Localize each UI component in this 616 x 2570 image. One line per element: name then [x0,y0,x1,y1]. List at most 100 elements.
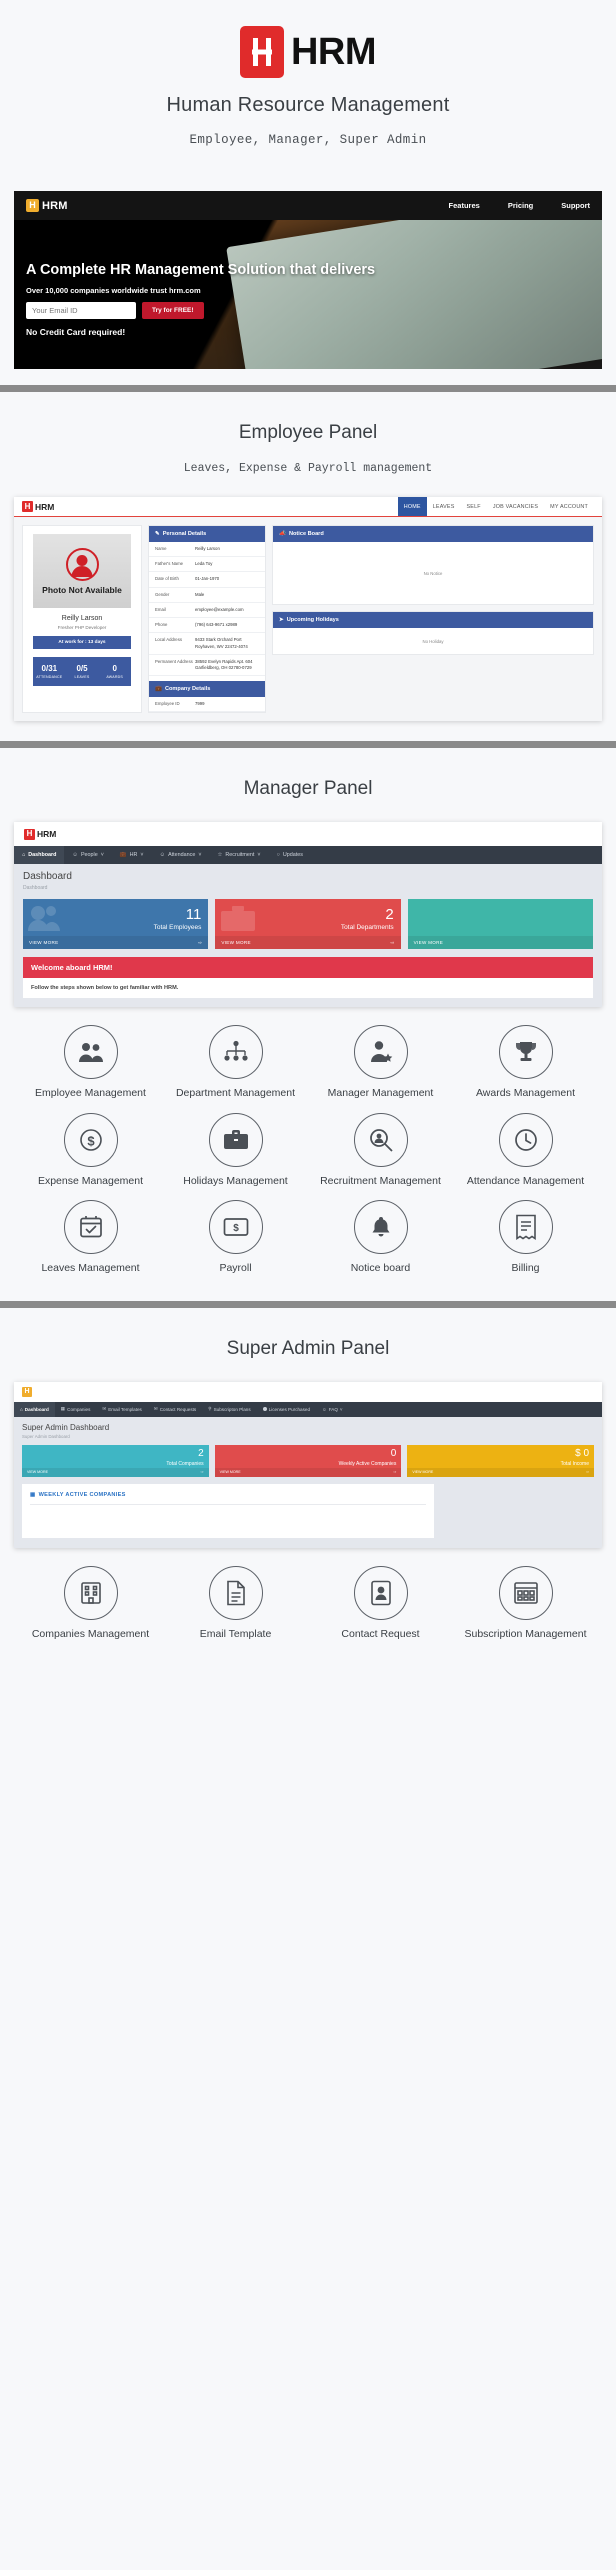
manager-star-icon [353,1025,408,1080]
nav-contact-requests[interactable]: ✉ Contact Requests [148,1402,202,1417]
detail-key: Phone [155,622,168,628]
detail-row: Local Address 9433 Stark Orchard Port Roy… [149,633,265,655]
nav-hr[interactable]: 💼 HR ˅ [112,846,152,864]
megaphone-icon: 📣 [279,531,286,537]
employee-dashboard-body: Photo Not Available Reilly Larson Freshe… [14,517,602,722]
landing-page-screenshot: H HRM Features Pricing Support A Complet… [14,191,602,369]
section-divider [0,741,616,749]
notice-board-widget: 📣 Notice Board No Notice [272,525,594,605]
bell-icon [353,1199,408,1254]
upcoming-holidays-widget: ➤ Upcoming Holidays No Holiday [272,611,594,655]
company-details-title: Company Details [164,686,211,693]
feature-contact-request[interactable]: Contact Request [308,1565,453,1641]
try-free-button[interactable]: Try for FREE! [142,302,204,320]
nav-link-pricing[interactable]: Pricing [508,201,533,210]
email-input[interactable] [26,302,136,320]
stat-value: 2 [198,1447,204,1459]
nav-attendance[interactable]: ☺ Attendance ˅ [152,846,210,864]
view-more-button[interactable]: VIEW MORE ⇨ [22,1467,209,1477]
at-work-badge: At work for : 13 days [33,636,131,649]
grid-icon: ▦ [30,1491,36,1498]
receipt-icon [498,1199,553,1254]
detail-row: Father's Name Leda Toy [149,557,265,573]
stat-awards-label: AWARDS [106,675,124,679]
superadmin-dashboard-body: Super Admin Dashboard Super Admin Dashbo… [14,1416,602,1548]
stat-card-total-employees[interactable]: 11 Total Employees VIEW MORE ⇨ [23,899,209,950]
feature-recruitment-management[interactable]: Recruitment Management [308,1112,453,1188]
feature-row: $ Expense Management Holidays Management… [18,1112,598,1188]
stat-attendance-value: 0/31 [41,664,58,673]
feature-companies-management[interactable]: Companies Management [18,1565,163,1641]
feature-department-management[interactable]: Department Management [163,1025,308,1100]
nav-dashboard[interactable]: ⌂ Dashboard [14,1401,55,1417]
personal-details-header: ✎ Personal Details [149,526,265,542]
manager-nav: ⌂ Dashboard ☺ People ˅ 💼 HR ˅ ☺ Attendance ˅ ☆ R… [14,846,602,865]
brand-header: HRM Human Resource Management Employee, … [0,0,616,167]
stat-awards-value: 0 [112,664,117,673]
stat-card-total-companies[interactable]: 2 Total Companies VIEW MORE ⇨ [22,1444,209,1477]
nav-faq[interactable]: ☺ FAQ ˅ [316,1402,349,1417]
view-more-button[interactable]: VIEW MORE ⇨ [23,936,209,950]
detail-key: Email [155,606,166,612]
nav-my-account[interactable]: MY ACCOUNT [544,497,594,516]
stat-card-total-departments[interactable]: 2 Total Departments VIEW MORE ⇨ [215,899,401,950]
nav-dashboard[interactable]: ⌂ Dashboard [14,846,65,865]
nav-companies[interactable]: ▦ Companies [55,1402,97,1417]
upcoming-holidays-title: Upcoming Holidays [286,617,339,623]
no-credit-card-note: No Credit Card required! [26,327,126,338]
detail-key: Father's Name [155,561,184,567]
briefcase-icon: 💼 [155,686,162,693]
feature-attendance-management[interactable]: Attendance Management [453,1112,598,1188]
arrow-right-icon: ⇨ [198,939,203,945]
feature-employee-management[interactable]: Employee Management [18,1025,163,1100]
feature-email-template[interactable]: Email Template [163,1565,308,1641]
detail-row: Email employee@example.com [149,603,265,619]
feature-billing[interactable]: Billing [453,1199,598,1275]
nav-email-templates[interactable]: ✉ Email Templates [96,1402,147,1417]
nav-licenses-purchased[interactable]: Licenses Purchased [257,1402,316,1417]
feature-label: Manager Management [327,1087,434,1100]
nav-updates[interactable]: ○ Updates [269,846,311,864]
landing-navbar: H HRM Features Pricing Support [14,191,602,220]
building-icon [63,1565,118,1620]
view-more-button[interactable]: VIEW MORE ⇨ [214,1467,402,1477]
feature-notice-board[interactable]: Notice board [308,1199,453,1275]
nav-job-vacancies[interactable]: JOB VACANCIES [487,497,544,516]
feature-expense-management[interactable]: $ Expense Management [18,1112,163,1188]
nav-link-features[interactable]: Features [449,201,480,210]
svg-text:$: $ [87,1133,95,1148]
nav-home[interactable]: HOME [397,497,427,516]
detail-value: employee@example.com [195,606,244,612]
hrm-logo-icon: H [26,199,39,212]
detail-key: Name [155,546,167,551]
nav-subscription-plans[interactable]: ⚲ Subscripton Plans [202,1402,256,1417]
stat-attendance: 0/31 ATTENDANCE [33,664,66,679]
nav-link-support[interactable]: Support [561,201,590,210]
stat-card-weekly-active-companies[interactable]: 0 Weekly Active Companies VIEW MORE ⇨ [214,1444,402,1477]
stat-card-total-income[interactable]: $ 0 Total Income VIEW MORE ⇨ [407,1444,595,1477]
feature-awards-management[interactable]: Awards Management [453,1025,598,1100]
view-more-button[interactable]: VIEW MORE [407,936,593,950]
nav-people[interactable]: ☺ People ˅ [64,846,111,864]
money-bill-icon: $ [208,1199,263,1254]
feature-subscription-management[interactable]: Subscription Management [453,1565,598,1641]
employee-app-header: H HRM HOME LEAVES SELF JOB VACANCIES MY … [14,497,602,517]
nav-recruitment[interactable]: ☆ Recruitment ˅ [210,846,269,864]
nav-leaves[interactable]: LEAVES [427,497,461,516]
feature-manager-management[interactable]: Manager Management [308,1025,453,1100]
clock-icon [498,1112,553,1167]
view-more-button[interactable]: VIEW MORE ⇨ [407,1467,595,1477]
employee-stats: 0/31 ATTENDANCE 0/5 LEAVES 0 AWARDS [33,657,131,686]
superadmin-app-header: H [14,1381,602,1402]
section-divider [0,385,616,392]
view-more-button[interactable]: VIEW MORE ⇨ [215,936,401,950]
detail-value: (796) 643-9671 x2989 [195,622,238,628]
feature-payroll[interactable]: $ Payroll [163,1199,308,1275]
nav-self[interactable]: SELF [461,497,487,516]
feature-leaves-management[interactable]: Leaves Management [18,1199,163,1275]
feature-holidays-management[interactable]: Holidays Management [163,1112,308,1188]
welcome-body: Follow the steps shown below to get fami… [31,985,179,992]
manager-page-title: Dashboard [23,871,72,883]
stat-card-third[interactable]: VIEW MORE [407,899,593,950]
landing-brand[interactable]: H HRM [26,199,68,212]
